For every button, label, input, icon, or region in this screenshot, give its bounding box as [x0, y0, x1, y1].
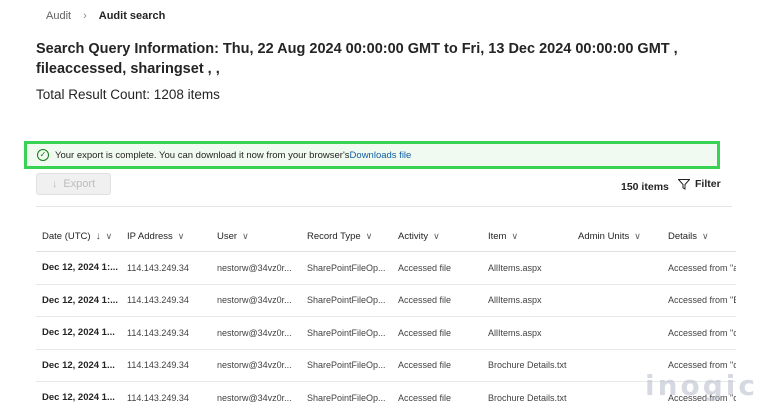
chevron-down-icon: ∨: [242, 231, 249, 241]
cell-date: Dec 12, 2024 1...: [42, 359, 115, 371]
cell-activity: Accessed file: [398, 327, 452, 338]
cell-record-type: SharePointFileOp...: [307, 295, 386, 306]
filter-label: Filter: [695, 178, 721, 190]
cell-date: Dec 12, 2024 1:...: [42, 262, 119, 274]
cell-item: Brochure Details.txt: [488, 392, 567, 403]
cell-record-type: SharePointFileOp...: [307, 392, 386, 403]
chevron-right-icon: ›: [83, 10, 87, 22]
cell-details: Accessed from "cr...: [668, 327, 736, 338]
cell-item: AllItems.aspx: [488, 327, 542, 338]
download-icon: ↓: [51, 178, 58, 190]
export-button[interactable]: ↓ Export: [36, 173, 111, 195]
cell-details: Accessed from "E...: [668, 295, 736, 306]
table-row[interactable]: Dec 12, 2024 1... 114.143.249.34 nestorw…: [36, 317, 736, 350]
total-result-count: Total Result Count: 1208 items: [36, 87, 220, 102]
chevron-down-icon: ∨: [365, 231, 373, 241]
column-header-activity[interactable]: Activity ∨: [398, 231, 488, 242]
breadcrumb: Audit › Audit search: [46, 8, 165, 24]
cell-ip: 114.143.249.34: [127, 327, 189, 338]
cell-date: Dec 12, 2024 1...: [42, 327, 115, 339]
cell-date: Dec 12, 2024 1:...: [42, 294, 119, 306]
table-header: Date (UTC) ↓ ∨ IP Address ∨ User ∨ Record Ty…: [36, 222, 736, 252]
chevron-down-icon: ∨: [433, 231, 440, 241]
cell-activity: Accessed file: [398, 295, 452, 306]
cell-ip: 114.143.249.34: [127, 392, 189, 403]
column-header-date[interactable]: Date (UTC) ↓ ∨: [36, 231, 127, 242]
column-header-item[interactable]: Item ∨: [488, 231, 578, 242]
cell-activity: Accessed file: [398, 392, 452, 403]
table-row[interactable]: Dec 12, 2024 1:... 114.143.249.34 nestor…: [36, 252, 736, 285]
column-header-details[interactable]: Details ∨: [668, 231, 736, 242]
filter-button[interactable]: Filter: [678, 178, 721, 190]
cell-item: AllItems.aspx: [488, 262, 542, 273]
column-header-user[interactable]: User ∨: [217, 231, 307, 242]
column-header-admin-units[interactable]: Admin Units ∨: [578, 231, 668, 242]
chevron-down-icon: ∨: [702, 231, 709, 241]
chevron-down-icon: ∨: [105, 231, 113, 241]
chevron-down-icon: ∨: [511, 231, 519, 241]
cell-user: nestorw@34vz0r...: [217, 262, 292, 273]
cell-item: Brochure Details.txt: [488, 360, 567, 371]
column-header-ip-address[interactable]: IP Address ∨: [127, 231, 217, 242]
cell-ip: 114.143.249.34: [127, 295, 189, 306]
cell-record-type: SharePointFileOp...: [307, 262, 386, 273]
breadcrumb-audit[interactable]: Audit: [46, 10, 71, 22]
cell-ip: 114.143.249.34: [127, 360, 189, 371]
export-label: Export: [63, 178, 96, 190]
cell-activity: Accessed file: [398, 262, 452, 273]
export-complete-banner: ✓ Your export is complete. You can downl…: [24, 141, 720, 169]
banner-text: Your export is complete. You can downloa…: [55, 149, 350, 161]
cell-ip: 114.143.249.34: [127, 262, 189, 273]
check-circle-icon: ✓: [37, 149, 49, 161]
cell-item: AllItems.aspx: [488, 295, 542, 306]
sort-down-icon: ↓: [95, 231, 101, 242]
downloads-file-link[interactable]: Downloads file: [350, 150, 412, 161]
cell-details: Accessed from "a...: [668, 262, 736, 273]
column-header-record-type[interactable]: Record Type ∨: [307, 231, 398, 242]
audit-results-table: Date (UTC) ↓ ∨ IP Address ∨ User ∨ Record Ty…: [36, 222, 736, 412]
cell-date: Dec 12, 2024 1...: [42, 392, 115, 404]
table-row[interactable]: Dec 12, 2024 1... 114.143.249.34 nestorw…: [36, 382, 736, 412]
cell-user: nestorw@34vz0r...: [217, 295, 292, 306]
cell-record-type: SharePointFileOp...: [307, 360, 386, 371]
chevron-down-icon: ∨: [634, 231, 641, 241]
items-count: 150 items: [621, 181, 669, 193]
table-row[interactable]: Dec 12, 2024 1:... 114.143.249.34 nestor…: [36, 285, 736, 317]
divider: [36, 206, 732, 207]
inogic-watermark-logo: inogic: [644, 369, 758, 402]
table-row[interactable]: Dec 12, 2024 1... 114.143.249.34 nestorw…: [36, 350, 736, 382]
breadcrumb-audit-search: Audit search: [98, 10, 166, 22]
filter-icon: [678, 178, 690, 190]
chevron-down-icon: ∨: [177, 231, 185, 241]
cell-user: nestorw@34vz0r...: [217, 392, 292, 403]
cell-user: nestorw@34vz0r...: [217, 327, 292, 338]
cell-activity: Accessed file: [398, 360, 452, 371]
cell-user: nestorw@34vz0r...: [217, 360, 292, 371]
search-query-title: Search Query Information: Thu, 22 Aug 20…: [36, 41, 678, 77]
cell-record-type: SharePointFileOp...: [307, 327, 386, 338]
